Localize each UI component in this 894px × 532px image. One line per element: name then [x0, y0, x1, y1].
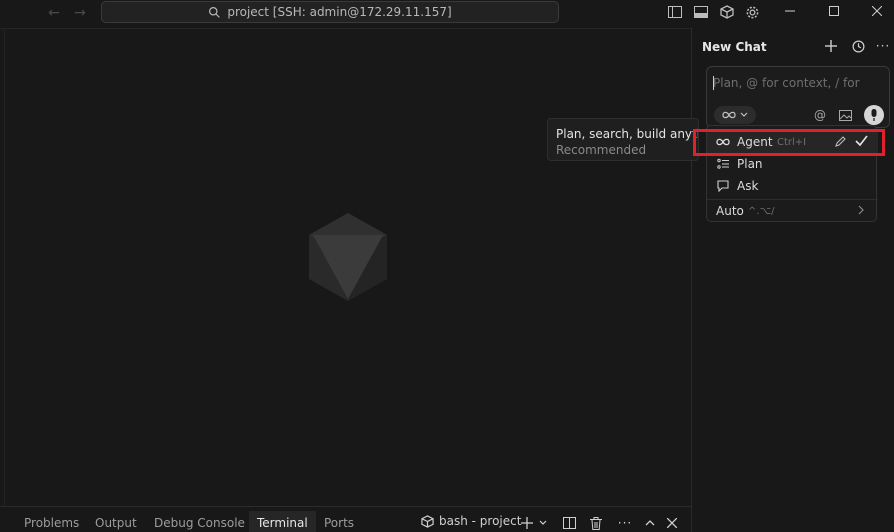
infinity-icon [722, 111, 736, 119]
toggle-sidebar-icon[interactable] [667, 4, 683, 20]
chevron-down-icon[interactable] [535, 515, 551, 531]
title-bar: ← → project [SSH: admin@172.29.11.157] [0, 0, 894, 28]
cube-icon[interactable] [719, 4, 735, 20]
mode-option-label: Ask [737, 179, 759, 193]
plus-icon[interactable] [519, 515, 535, 531]
mode-option-ask[interactable]: Ask [707, 175, 878, 197]
tooltip-subtitle: Recommended [556, 143, 647, 157]
auto-label: Auto [716, 204, 744, 218]
maximize-icon[interactable] [811, 0, 857, 22]
image-icon[interactable] [837, 107, 853, 123]
checklist-icon [716, 157, 730, 171]
auto-shortcut: ^.⌥/ [748, 205, 775, 217]
more-options-icon[interactable]: ··· [875, 38, 891, 54]
mode-option-plan[interactable]: Plan [707, 153, 878, 175]
chat-composer[interactable]: Plan, @ for context, / for @ [706, 66, 890, 128]
gear-icon[interactable] [744, 4, 760, 20]
tab-problems[interactable]: Problems [16, 511, 87, 532]
cube-icon [421, 514, 434, 528]
new-chat-tab[interactable]: New Chat [702, 40, 767, 54]
arrow-right-icon[interactable]: → [71, 4, 89, 22]
plus-icon[interactable] [823, 38, 839, 54]
chevron-up-icon[interactable] [642, 515, 658, 531]
command-center-label: project [SSH: admin@172.29.11.157] [227, 5, 452, 19]
trash-icon[interactable] [588, 515, 604, 531]
terminal-name: bash - project [439, 514, 522, 528]
minimize-icon[interactable] [767, 0, 813, 22]
activity-bar-edge [4, 28, 5, 506]
microphone-icon[interactable] [864, 105, 884, 125]
terminal-selector[interactable]: bash - project [421, 514, 521, 528]
auto-model-option[interactable]: Auto ^.⌥/ [707, 200, 878, 222]
arrow-left-icon[interactable]: ← [45, 4, 63, 22]
mode-option-label: Plan [737, 157, 763, 171]
mode-tooltip: Plan, search, build anything Recommended [547, 118, 699, 161]
more-options-icon[interactable]: ··· [617, 515, 633, 531]
mode-selector-button[interactable] [714, 106, 756, 124]
tab-debug-console[interactable]: Debug Console [146, 511, 253, 532]
composer-placeholder: Plan, @ for context, / for [713, 76, 860, 90]
chat-bubble-icon [716, 179, 730, 193]
cursor-logo-icon [309, 213, 387, 304]
chat-panel: New Chat ··· Plan, @ for context, / for … [692, 28, 894, 532]
highlight-box [693, 129, 885, 156]
tooltip-title: Plan, search, build anything [556, 127, 698, 141]
command-center-search[interactable]: project [SSH: admin@172.29.11.157] [101, 1, 559, 23]
chevron-right-icon [858, 204, 864, 218]
tab-ports[interactable]: Ports [316, 511, 362, 532]
mention-icon[interactable]: @ [812, 107, 828, 123]
toggle-panel-icon[interactable] [693, 4, 709, 20]
search-icon [209, 6, 221, 18]
chevron-down-icon [740, 112, 748, 117]
tab-terminal[interactable]: Terminal [249, 511, 316, 532]
close-icon[interactable] [854, 0, 894, 22]
split-terminal-icon[interactable] [561, 515, 577, 531]
tab-output[interactable]: Output [87, 511, 145, 532]
history-icon[interactable] [850, 38, 866, 54]
bottom-panel: Problems Output Debug Console Terminal P… [0, 506, 691, 532]
close-panel-icon[interactable] [664, 515, 680, 531]
